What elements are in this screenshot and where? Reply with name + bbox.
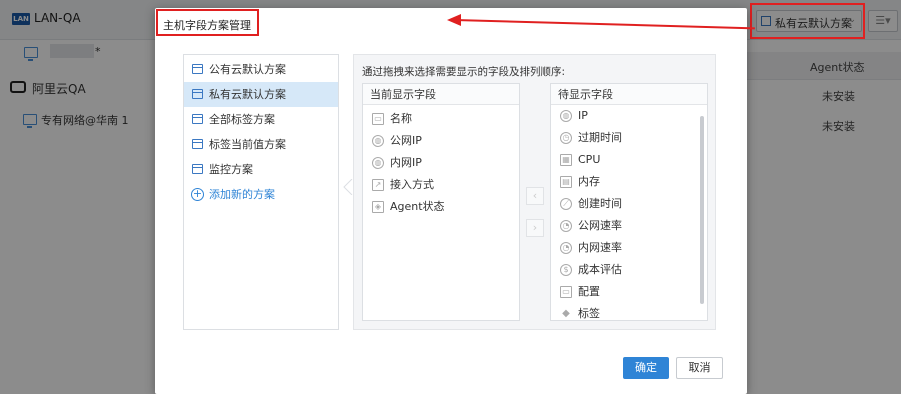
scheme-item[interactable]: 公有云默认方案 [184, 57, 338, 82]
field-item[interactable]: $ 成本评估 [551, 259, 707, 281]
compass-icon: ⟋ [560, 198, 572, 210]
field-label: Agent状态 [390, 200, 445, 213]
scheme-label: 全部标签方案 [209, 113, 275, 126]
plus-circle-icon: + [191, 187, 204, 201]
add-scheme-button[interactable]: + 添加新的方案 [184, 182, 338, 207]
field-label: IP [578, 109, 588, 122]
field-item[interactable]: ◈ Agent状态 [363, 196, 519, 218]
tag-icon: ◆ [562, 308, 570, 319]
monitor-icon: ▭ [372, 113, 384, 125]
scheme-icon [192, 64, 203, 74]
field-item[interactable]: ↗ 接入方式 [363, 174, 519, 196]
cpu-icon: ▦ [560, 154, 572, 166]
field-item[interactable]: ◔ 公网速率 [551, 215, 707, 237]
scheme-label: 标签当前值方案 [209, 138, 286, 151]
pending-fields-header: 待显示字段 [551, 84, 707, 105]
scheme-icon [192, 114, 203, 124]
agent-icon: ◈ [372, 201, 384, 213]
field-item[interactable]: ◷ 过期时间 [551, 127, 707, 149]
field-item[interactable]: ◍ 内网IP [363, 152, 519, 174]
ok-button[interactable]: 确定 [623, 357, 669, 379]
field-item[interactable]: ▭ 名称 [363, 108, 519, 130]
field-item[interactable]: ◍ IP [551, 105, 707, 127]
panel-pointer [343, 179, 353, 195]
field-label: CPU [578, 153, 601, 166]
field-label: 名称 [390, 112, 412, 125]
globe-icon: ◍ [372, 135, 384, 147]
field-label: 配置 [578, 285, 600, 298]
scheme-label: 私有云默认方案 [209, 88, 286, 101]
scheme-item[interactable]: 全部标签方案 [184, 107, 338, 132]
annotation-arrow-head [447, 14, 461, 26]
field-label: 内存 [578, 175, 600, 188]
cancel-button[interactable]: 取消 [676, 357, 723, 379]
field-label: 公网速率 [578, 219, 622, 232]
field-label: 内网速率 [578, 241, 622, 254]
add-scheme-label: 添加新的方案 [209, 188, 275, 201]
move-right-button[interactable]: › [526, 219, 544, 237]
field-item[interactable]: ◆ 标签 [551, 303, 707, 320]
scheme-icon [192, 139, 203, 149]
field-item[interactable]: ⟋ 创建时间 [551, 193, 707, 215]
scheme-item[interactable]: 标签当前值方案 [184, 132, 338, 157]
dollar-icon: $ [560, 264, 572, 276]
field-label: 标签 [578, 307, 600, 320]
instruction-text: 通过拖拽来选择需要显示的字段及排列顺序: [362, 66, 566, 78]
scheme-list: 公有云默认方案 私有云默认方案 全部标签方案 标签当前值方案 监控方案 + 添加… [183, 54, 339, 330]
field-item[interactable]: ▦ CPU [551, 149, 707, 171]
scheme-icon [192, 164, 203, 174]
annotation-box-top [750, 3, 865, 39]
field-label: 过期时间 [578, 131, 622, 144]
pending-scrollbar[interactable] [700, 116, 704, 304]
field-label: 成本评估 [578, 263, 622, 276]
field-item[interactable]: ▤ 内存 [551, 171, 707, 193]
field-label: 接入方式 [390, 178, 434, 191]
scheme-label: 监控方案 [209, 163, 253, 176]
field-selector: 通过拖拽来选择需要显示的字段及排列顺序: 当前显示字段 ▭ 名称 ◍ 公网IP … [353, 54, 716, 330]
pending-fields-list[interactable]: 待显示字段 ◍ IP ◷ 过期时间 ▦ CPU ▤ 内存 ⟋ 创建时间 ◔ 公网… [550, 83, 708, 321]
globe-icon: ◍ [560, 110, 572, 122]
globe-icon: ◍ [372, 157, 384, 169]
memory-icon: ▤ [560, 176, 572, 188]
field-item[interactable]: ▭ 配置 [551, 281, 707, 303]
clock-icon: ◷ [560, 132, 572, 144]
field-label: 创建时间 [578, 197, 622, 210]
scheme-item[interactable]: 监控方案 [184, 157, 338, 182]
annotation-box-title [156, 9, 259, 36]
config-icon: ▭ [560, 286, 572, 298]
speed-icon: ◔ [560, 220, 572, 232]
scheme-icon [192, 89, 203, 99]
current-fields-list: 当前显示字段 ▭ 名称 ◍ 公网IP ◍ 内网IP ↗ 接入方式 ◈ Agent… [362, 83, 520, 321]
field-label: 公网IP [390, 134, 422, 147]
field-item[interactable]: ◔ 内网速率 [551, 237, 707, 259]
scheme-dialog: 主机字段方案管理 公有云默认方案 私有云默认方案 全部标签方案 标签当前值方案 … [155, 8, 747, 394]
field-label: 内网IP [390, 156, 422, 169]
share-icon: ↗ [372, 179, 384, 191]
current-fields-header: 当前显示字段 [363, 84, 519, 105]
scheme-item-active[interactable]: 私有云默认方案 [184, 82, 338, 107]
scheme-label: 公有云默认方案 [209, 63, 286, 76]
speed-icon: ◔ [560, 242, 572, 254]
field-item[interactable]: ◍ 公网IP [363, 130, 519, 152]
move-left-button[interactable]: ‹ [526, 187, 544, 205]
